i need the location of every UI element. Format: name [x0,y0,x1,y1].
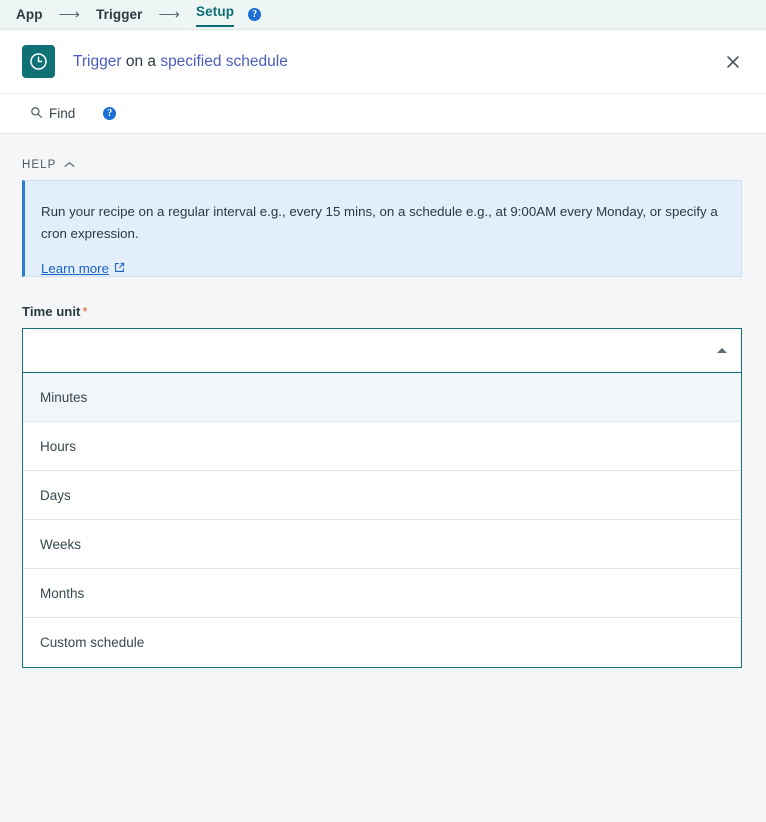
search-icon [30,106,43,122]
option-months[interactable]: Months [23,569,741,618]
help-panel: Run your recipe on a regular interval e.… [22,180,742,277]
option-label: Weeks [40,536,82,552]
option-label: Months [40,585,85,601]
find-label: Find [49,106,76,121]
help-section-label: HELP [22,159,57,171]
page-title-schedule: specified schedule [160,52,288,70]
option-label: Minutes [40,389,88,405]
breadcrumb-arrow-icon: ⟶ [58,6,81,23]
time-unit-options-list: Minutes Hours Days Weeks Months Custom s… [22,373,742,668]
close-button[interactable] [722,51,744,73]
page-title-middle: on a [121,52,161,70]
page-title: Trigger on a specified schedule [73,53,288,71]
option-label: Hours [40,438,77,454]
option-weeks[interactable]: Weeks [23,520,741,569]
help-icon[interactable]: ? [103,107,117,120]
help-section-toggle[interactable]: HELP [0,134,766,180]
breadcrumb-arrow-icon: ⟶ [158,6,181,23]
breadcrumb-item-trigger[interactable]: Trigger [96,7,142,22]
breadcrumb: App ⟶ Trigger ⟶ Setup ? [0,0,766,30]
option-hours[interactable]: Hours [23,422,741,471]
option-minutes[interactable]: Minutes [23,373,741,422]
external-link-icon [114,261,125,276]
time-unit-label-text: Time unit [22,304,81,319]
option-custom-schedule[interactable]: Custom schedule [23,618,741,667]
caret-up-icon[interactable] [717,348,727,353]
help-text: Run your recipe on a regular interval e.… [41,204,718,241]
learn-more-link[interactable]: Learn more [41,261,125,276]
required-marker: * [82,304,88,319]
page-title-trigger: Trigger [73,52,122,70]
option-days[interactable]: Days [23,471,741,520]
option-label: Custom schedule [40,635,145,650]
chevron-up-icon [64,160,75,171]
time-unit-label: Time unit * [0,277,766,328]
breadcrumb-item-app[interactable]: App [16,7,43,22]
find-button[interactable]: Find [30,106,75,122]
clock-icon [22,45,55,78]
toolbar: Find ? [0,93,766,134]
breadcrumb-item-setup[interactable]: Setup [196,4,235,27]
option-label: Days [40,487,71,503]
setup-body: HELP Run your recipe on a regular interv… [0,134,766,822]
time-unit-select: Minutes Hours Days Weeks Months Custom s… [22,328,742,668]
time-unit-input[interactable] [22,328,742,373]
learn-more-label: Learn more [41,261,109,276]
help-icon[interactable]: ? [248,8,262,21]
trigger-header: Trigger on a specified schedule [0,30,766,93]
